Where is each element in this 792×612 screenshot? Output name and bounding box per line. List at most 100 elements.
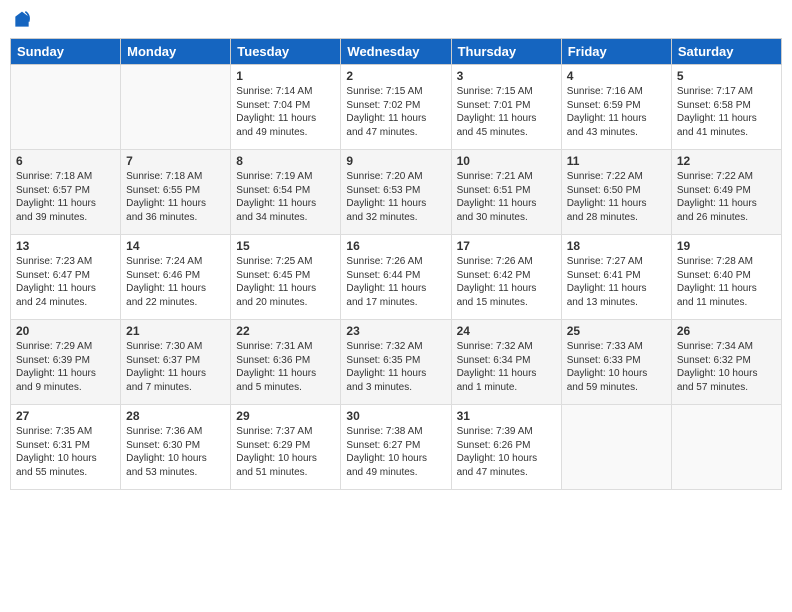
day-number: 9: [346, 154, 445, 168]
day-number: 1: [236, 69, 335, 83]
calendar-header-monday: Monday: [121, 39, 231, 65]
calendar-cell: 24 Sunrise: 7:32 AM Sunset: 6:34 PM Dayli…: [451, 320, 561, 405]
day-info: Sunrise: 7:21 AM Sunset: 6:51 PM Dayligh…: [457, 170, 556, 224]
day-number: 20: [16, 324, 115, 338]
day-number: 16: [346, 239, 445, 253]
day-info: Sunrise: 7:23 AM Sunset: 6:47 PM Dayligh…: [16, 255, 115, 309]
calendar-cell: 9 Sunrise: 7:20 AM Sunset: 6:53 PM Daylig…: [341, 150, 451, 235]
day-number: 2: [346, 69, 445, 83]
calendar-week-3: 13 Sunrise: 7:23 AM Sunset: 6:47 PM Dayli…: [11, 235, 782, 320]
calendar-cell: 21 Sunrise: 7:30 AM Sunset: 6:37 PM Dayli…: [121, 320, 231, 405]
day-info: Sunrise: 7:33 AM Sunset: 6:33 PM Dayligh…: [567, 340, 666, 394]
day-number: 12: [677, 154, 776, 168]
calendar-week-1: 1 Sunrise: 7:14 AM Sunset: 7:04 PM Daylig…: [11, 65, 782, 150]
calendar-week-4: 20Sunrise: 7:29 AM Sunset: 6:39 PM Dayli…: [11, 320, 782, 405]
day-number: 18: [567, 239, 666, 253]
calendar-cell: 17 Sunrise: 7:26 AM Sunset: 6:42 PM Dayli…: [451, 235, 561, 320]
calendar-header-thursday: Thursday: [451, 39, 561, 65]
day-info: Sunrise: 7:19 AM Sunset: 6:54 PM Dayligh…: [236, 170, 335, 224]
calendar-cell: [671, 405, 781, 490]
calendar-cell: 13 Sunrise: 7:23 AM Sunset: 6:47 PM Dayli…: [11, 235, 121, 320]
calendar-header-sunday: Sunday: [11, 39, 121, 65]
day-number: 24: [457, 324, 556, 338]
day-number: 5: [677, 69, 776, 83]
calendar-cell: 2 Sunrise: 7:15 AM Sunset: 7:02 PM Daylig…: [341, 65, 451, 150]
day-info: Sunrise: 7:35 AM Sunset: 6:31 PM Dayligh…: [16, 425, 115, 479]
day-info: Sunrise: 7:18 AM Sunset: 6:57 PM Dayligh…: [16, 170, 115, 224]
calendar-cell: 30 Sunrise: 7:38 AM Sunset: 6:27 PM Dayli…: [341, 405, 451, 490]
calendar-cell: 28 Sunrise: 7:36 AM Sunset: 6:30 PM Dayli…: [121, 405, 231, 490]
calendar-cell: 19Sunrise: 7:28 AM Sunset: 6:40 PM Dayli…: [671, 235, 781, 320]
day-info: Sunrise: 7:30 AM Sunset: 6:37 PM Dayligh…: [126, 340, 225, 394]
calendar-cell: [121, 65, 231, 150]
day-number: 21: [126, 324, 225, 338]
day-info: Sunrise: 7:27 AM Sunset: 6:41 PM Dayligh…: [567, 255, 666, 309]
calendar-cell: 11 Sunrise: 7:22 AM Sunset: 6:50 PM Dayli…: [561, 150, 671, 235]
calendar-header-row: SundayMondayTuesdayWednesdayThursdayFrid…: [11, 39, 782, 65]
day-info: Sunrise: 7:26 AM Sunset: 6:42 PM Dayligh…: [457, 255, 556, 309]
day-info: Sunrise: 7:37 AM Sunset: 6:29 PM Dayligh…: [236, 425, 335, 479]
calendar-header-tuesday: Tuesday: [231, 39, 341, 65]
day-number: 3: [457, 69, 556, 83]
day-number: 14: [126, 239, 225, 253]
calendar-header-friday: Friday: [561, 39, 671, 65]
page-header: [10, 10, 782, 30]
day-number: 29: [236, 409, 335, 423]
calendar-cell: 22 Sunrise: 7:31 AM Sunset: 6:36 PM Dayli…: [231, 320, 341, 405]
calendar-cell: 12Sunrise: 7:22 AM Sunset: 6:49 PM Dayli…: [671, 150, 781, 235]
logo-icon: [12, 10, 32, 30]
day-number: 13: [16, 239, 115, 253]
day-number: 8: [236, 154, 335, 168]
day-info: Sunrise: 7:20 AM Sunset: 6:53 PM Dayligh…: [346, 170, 445, 224]
calendar-cell: 8 Sunrise: 7:19 AM Sunset: 6:54 PM Daylig…: [231, 150, 341, 235]
day-info: Sunrise: 7:32 AM Sunset: 6:35 PM Dayligh…: [346, 340, 445, 394]
calendar-cell: 6 Sunrise: 7:18 AM Sunset: 6:57 PM Daylig…: [11, 150, 121, 235]
day-number: 22: [236, 324, 335, 338]
day-number: 19: [677, 239, 776, 253]
calendar-cell: 25 Sunrise: 7:33 AM Sunset: 6:33 PM Dayli…: [561, 320, 671, 405]
calendar-cell: 7Sunrise: 7:18 AM Sunset: 6:55 PM Daylig…: [121, 150, 231, 235]
day-number: 27: [16, 409, 115, 423]
day-info: Sunrise: 7:24 AM Sunset: 6:46 PM Dayligh…: [126, 255, 225, 309]
calendar-cell: 3 Sunrise: 7:15 AM Sunset: 7:01 PM Daylig…: [451, 65, 561, 150]
day-number: 15: [236, 239, 335, 253]
day-info: Sunrise: 7:22 AM Sunset: 6:50 PM Dayligh…: [567, 170, 666, 224]
day-number: 23: [346, 324, 445, 338]
day-info: Sunrise: 7:16 AM Sunset: 6:59 PM Dayligh…: [567, 85, 666, 139]
calendar-cell: 4Sunrise: 7:16 AM Sunset: 6:59 PM Daylig…: [561, 65, 671, 150]
day-number: 11: [567, 154, 666, 168]
calendar-cell: 15 Sunrise: 7:25 AM Sunset: 6:45 PM Dayli…: [231, 235, 341, 320]
calendar-cell: 14 Sunrise: 7:24 AM Sunset: 6:46 PM Dayli…: [121, 235, 231, 320]
day-number: 30: [346, 409, 445, 423]
calendar-cell: 1 Sunrise: 7:14 AM Sunset: 7:04 PM Daylig…: [231, 65, 341, 150]
day-number: 28: [126, 409, 225, 423]
day-number: 31: [457, 409, 556, 423]
calendar-cell: 20Sunrise: 7:29 AM Sunset: 6:39 PM Dayli…: [11, 320, 121, 405]
day-info: Sunrise: 7:26 AM Sunset: 6:44 PM Dayligh…: [346, 255, 445, 309]
day-info: Sunrise: 7:36 AM Sunset: 6:30 PM Dayligh…: [126, 425, 225, 479]
calendar-cell: 16 Sunrise: 7:26 AM Sunset: 6:44 PM Dayli…: [341, 235, 451, 320]
day-info: Sunrise: 7:25 AM Sunset: 6:45 PM Dayligh…: [236, 255, 335, 309]
day-info: Sunrise: 7:15 AM Sunset: 7:02 PM Dayligh…: [346, 85, 445, 139]
day-info: Sunrise: 7:32 AM Sunset: 6:34 PM Dayligh…: [457, 340, 556, 394]
calendar-cell: [561, 405, 671, 490]
calendar-cell: 31 Sunrise: 7:39 AM Sunset: 6:26 PM Dayli…: [451, 405, 561, 490]
day-info: Sunrise: 7:38 AM Sunset: 6:27 PM Dayligh…: [346, 425, 445, 479]
day-number: 6: [16, 154, 115, 168]
calendar-cell: 29 Sunrise: 7:37 AM Sunset: 6:29 PM Dayli…: [231, 405, 341, 490]
day-number: 25: [567, 324, 666, 338]
logo: [10, 10, 32, 30]
calendar-cell: 27 Sunrise: 7:35 AM Sunset: 6:31 PM Dayli…: [11, 405, 121, 490]
calendar-week-5: 27 Sunrise: 7:35 AM Sunset: 6:31 PM Dayli…: [11, 405, 782, 490]
day-info: Sunrise: 7:14 AM Sunset: 7:04 PM Dayligh…: [236, 85, 335, 139]
day-info: Sunrise: 7:31 AM Sunset: 6:36 PM Dayligh…: [236, 340, 335, 394]
day-info: Sunrise: 7:15 AM Sunset: 7:01 PM Dayligh…: [457, 85, 556, 139]
calendar-cell: 10Sunrise: 7:21 AM Sunset: 6:51 PM Dayli…: [451, 150, 561, 235]
day-number: 26: [677, 324, 776, 338]
day-number: 17: [457, 239, 556, 253]
calendar-table: SundayMondayTuesdayWednesdayThursdayFrid…: [10, 38, 782, 490]
calendar-header-wednesday: Wednesday: [341, 39, 451, 65]
calendar-cell: 18 Sunrise: 7:27 AM Sunset: 6:41 PM Dayli…: [561, 235, 671, 320]
day-info: Sunrise: 7:39 AM Sunset: 6:26 PM Dayligh…: [457, 425, 556, 479]
calendar-cell: 23 Sunrise: 7:32 AM Sunset: 6:35 PM Dayli…: [341, 320, 451, 405]
